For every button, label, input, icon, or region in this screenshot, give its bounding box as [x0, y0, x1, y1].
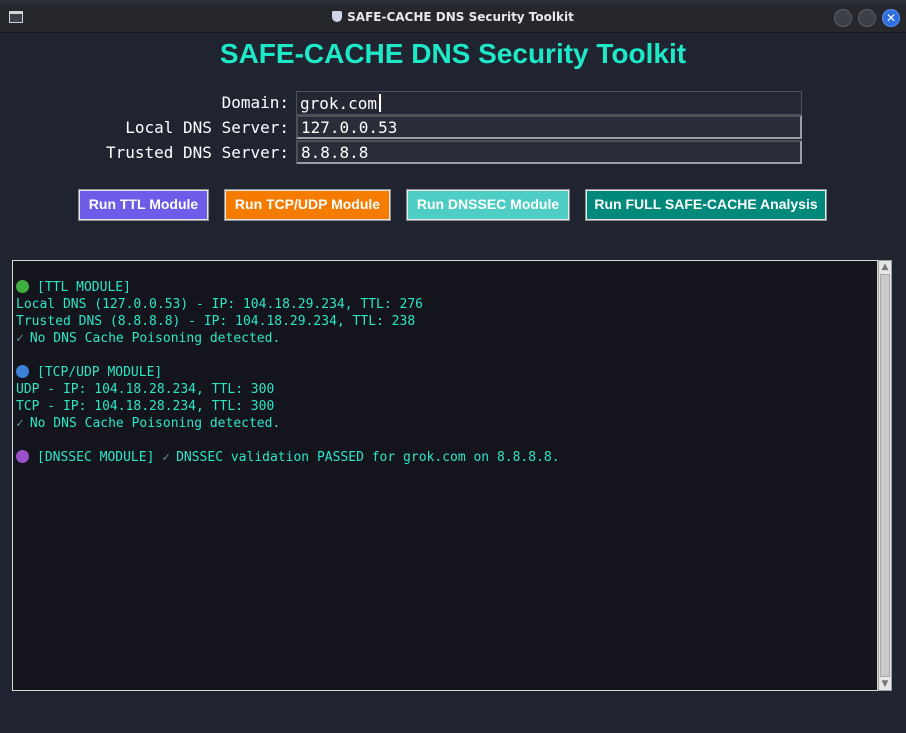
ttl-header-line: [TTL MODULE]: [16, 280, 131, 295]
ttl-result-line: ✓ No DNS Cache Poisoning detected.: [16, 331, 281, 346]
window-title: SAFE-CACHE DNS Security Toolkit: [0, 10, 906, 24]
local-dns-input[interactable]: [296, 115, 802, 139]
trusted-dns-input[interactable]: [296, 140, 802, 164]
maximize-button[interactable]: [858, 9, 876, 27]
green-circle-icon: [16, 280, 29, 293]
dnssec-line: [DNSSEC MODULE] ✓ DNSSEC validation PASSE…: [16, 450, 560, 465]
run-dnssec-button[interactable]: Run DNSSEC Module: [406, 189, 570, 221]
check-icon: ✓: [162, 450, 171, 465]
check-icon: ✓: [16, 331, 24, 346]
run-full-analysis-button[interactable]: Run FULL SAFE-CACHE Analysis: [585, 189, 827, 221]
shield-icon: [332, 11, 343, 22]
tcp-tcp-line: TCP - IP: 104.18.28.234, TTL: 300: [16, 399, 275, 414]
close-icon: ✕: [885, 11, 897, 25]
domain-input[interactable]: [296, 91, 802, 115]
window-title-text: SAFE-CACHE DNS Security Toolkit: [347, 10, 574, 24]
tcp-header-line: [TCP/UDP MODULE]: [16, 365, 162, 380]
purple-circle-icon: [16, 450, 29, 463]
app-heading: SAFE-CACHE DNS Security Toolkit: [219, 38, 687, 69]
close-button[interactable]: ✕: [882, 9, 900, 27]
domain-label: Domain:: [221, 93, 289, 112]
scrollbar-thumb[interactable]: [880, 274, 890, 677]
scroll-down-icon[interactable]: ▼: [879, 678, 891, 690]
ttl-local-line: Local DNS (127.0.0.53) - IP: 104.18.29.2…: [16, 297, 423, 312]
window-titlebar[interactable]: SAFE-CACHE DNS Security Toolkit ✕: [0, 4, 906, 33]
run-tcp-udp-button[interactable]: Run TCP/UDP Module: [224, 189, 391, 221]
run-ttl-button[interactable]: Run TTL Module: [78, 189, 209, 221]
output-scrollbar[interactable]: ▲ ▼: [878, 260, 892, 691]
tcp-udp-line: UDP - IP: 104.18.28.234, TTL: 300: [16, 382, 275, 397]
local-dns-label: Local DNS Server:: [125, 118, 289, 137]
check-icon: ✓: [16, 416, 24, 431]
scroll-up-icon[interactable]: ▲: [879, 261, 891, 273]
text-caret: [379, 94, 381, 112]
ttl-trusted-line: Trusted DNS (8.8.8.8) - IP: 104.18.29.23…: [16, 314, 416, 329]
tcp-result-line: ✓ No DNS Cache Poisoning detected.: [16, 416, 281, 431]
output-textarea[interactable]: [TTL MODULE] Local DNS (127.0.0.53) - IP…: [12, 260, 878, 691]
minimize-button[interactable]: [834, 9, 852, 27]
trusted-dns-label: Trusted DNS Server:: [105, 143, 289, 162]
blue-circle-icon: [16, 365, 29, 378]
